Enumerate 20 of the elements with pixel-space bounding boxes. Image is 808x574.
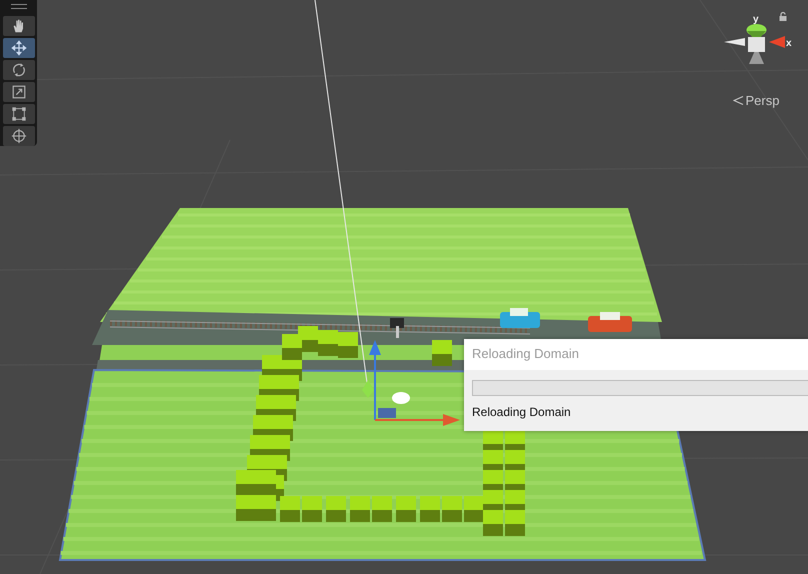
scale-icon — [10, 84, 26, 100]
tool-button[interactable] — [2, 16, 34, 36]
tool-button[interactable] — [2, 82, 34, 102]
tool-button[interactable] — [2, 60, 34, 80]
grip-icon[interactable] — [10, 4, 26, 9]
tool-button[interactable] — [2, 38, 34, 58]
axis-label: y — [753, 14, 759, 25]
rotate-icon — [10, 62, 26, 78]
axis-label: x — [786, 38, 792, 49]
rect-tool-icon — [10, 106, 26, 122]
move-icon — [10, 40, 26, 56]
tool-button[interactable] — [2, 126, 34, 146]
status-message: Reloading Domain — [472, 405, 572, 419]
tool-button[interactable] — [2, 104, 34, 124]
lock-icon[interactable] — [779, 12, 787, 21]
projection-label[interactable]: Persp — [746, 93, 780, 108]
dialog-title: Reloading Domain — [464, 339, 808, 370]
transform-icon — [10, 128, 26, 144]
orientation-gizmo[interactable]: y x — [712, 4, 792, 84]
chevron-left-icon[interactable] — [732, 96, 744, 105]
